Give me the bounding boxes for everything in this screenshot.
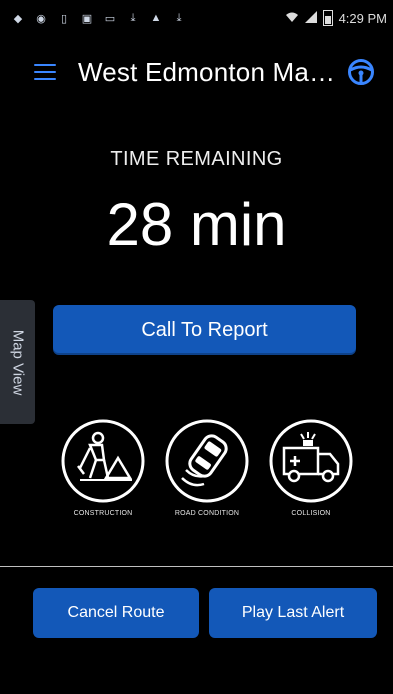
destination-title: West Edmonton Mall, 1... [78,56,337,87]
call-to-report-button[interactable]: Call To Report [53,305,356,355]
road-condition-label: ROAD CONDITION [174,510,240,517]
construction-label: CONSTRUCTION [73,510,133,517]
time-remaining-value: 28 min [106,191,287,258]
time-remaining-label: TIME REMAINING [110,148,283,170]
construction-option[interactable]: CONSTRUCTION [55,418,151,517]
status-bar: ◆ ◉ ▯ ▣ ▭ ⤓ ▲ ⤓ 4:29 PM [0,0,393,36]
clock: 4:29 PM [338,10,387,26]
incident-options: CONSTRUCTION ROAD CONDITION COLLISION [55,418,355,528]
warning-icon: ▲ [150,12,162,24]
ambulance-icon [269,419,353,503]
map-view-tab[interactable]: Map View [0,300,35,424]
image-icon: ▭ [104,12,116,25]
battery-icon [322,10,333,26]
download-icon: ⤓ [176,11,182,24]
phone-icon: ▯ [60,12,68,25]
app-icon: ◆ [13,12,23,25]
construction-worker-icon [61,419,145,503]
signal-icon [304,10,317,26]
steering-wheel-icon[interactable] [347,58,375,86]
screenshot-icon: ▣ [81,12,93,25]
collision-option[interactable]: COLLISION [263,418,359,517]
cancel-route-button[interactable]: Cancel Route [33,588,199,638]
top-bar: West Edmonton Mall, 1... [0,52,393,92]
skidding-car-icon [165,419,249,503]
hamburger-menu-icon[interactable] [34,64,56,80]
system-icons: 4:29 PM [285,10,387,26]
road-condition-option[interactable]: ROAD CONDITION [159,418,255,517]
download-icon: ⤓ [130,11,136,24]
wifi-icon [285,11,299,26]
play-last-alert-button[interactable]: Play Last Alert [209,588,377,638]
location-icon: ◉ [36,12,46,25]
divider [0,566,393,567]
map-view-label: Map View [9,329,26,395]
notification-icons: ◆ ◉ ▯ ▣ ▭ ⤓ ▲ ⤓ [12,11,185,25]
collision-label: COLLISION [291,510,331,517]
